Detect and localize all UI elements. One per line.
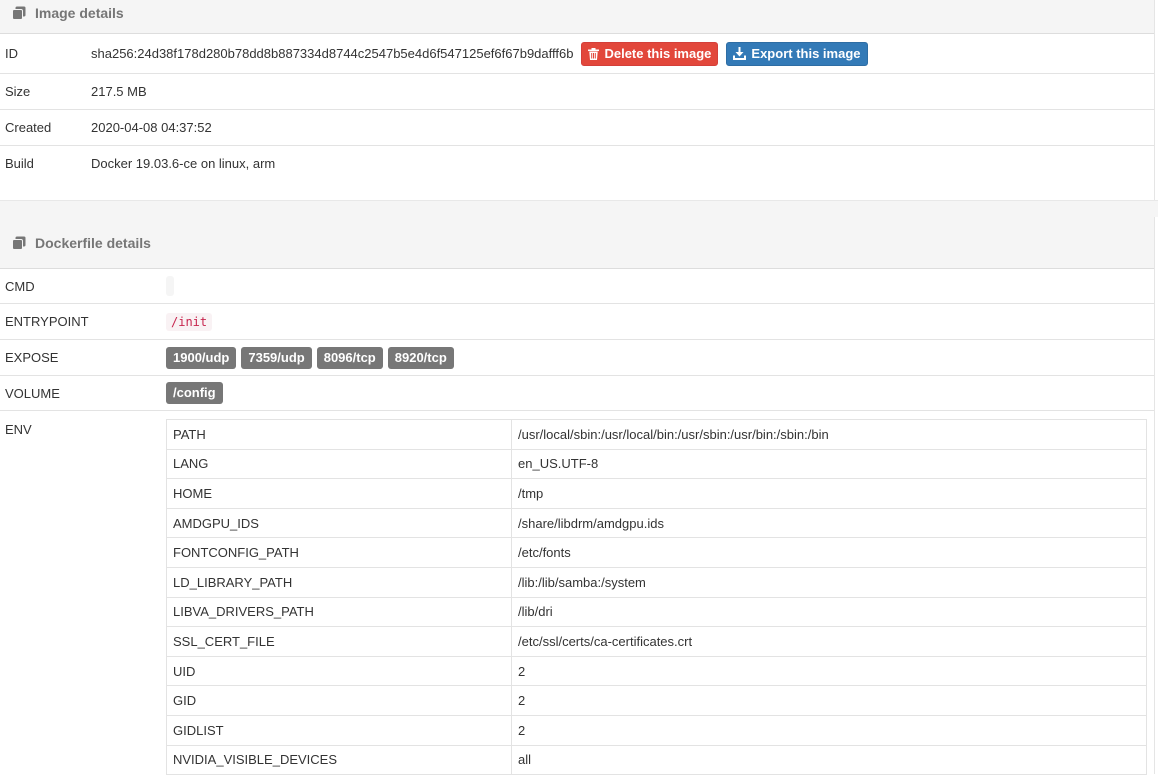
delete-image-label: Delete this image xyxy=(604,46,712,61)
image-details-title: Image details xyxy=(35,4,124,21)
env-key: NVIDIA_VISIBLE_DEVICES xyxy=(166,744,512,776)
env-value: all xyxy=(511,744,1147,776)
env-value: /tmp xyxy=(511,478,1147,509)
env-table-row: LANG en_US.UTF-8 xyxy=(166,448,1147,480)
env-table-row: GIDLIST 2 xyxy=(166,714,1147,746)
env-row: ENV PATH/usr/local/sbin:/usr/local/bin:/… xyxy=(0,411,1154,781)
env-key: GIDLIST xyxy=(166,714,512,746)
env-key: SSL_CERT_FILE xyxy=(166,626,512,657)
env-value: 2 xyxy=(511,655,1147,687)
env-label: ENV xyxy=(5,422,32,437)
env-table-row: AMDGPU_IDS/share/libdrm/amdgpu.ids xyxy=(166,507,1147,539)
volume-label: VOLUME xyxy=(5,385,60,401)
env-table-row: LIBVA_DRIVERS_PATH/lib/dri xyxy=(166,596,1147,628)
env-table-row: GID 2 xyxy=(166,685,1147,716)
env-value: /lib/dri xyxy=(511,596,1147,628)
image-created-row: Created 2020-04-08 04:37:52 xyxy=(0,110,1154,146)
image-build-row: Build Docker 19.03.6-ce on linux, arm xyxy=(0,146,1154,180)
image-details-card: Image details ID sha256:24d38f178d280b78… xyxy=(0,0,1155,202)
id-label: ID xyxy=(5,46,18,61)
env-key: HOME xyxy=(166,478,512,509)
expose-label: EXPOSE xyxy=(5,350,59,365)
image-id-row: ID sha256:24d38f178d280b78dd8b887334d874… xyxy=(0,34,1154,74)
port-badge: 1900/udp xyxy=(166,346,237,369)
env-key: AMDGPU_IDS xyxy=(166,507,512,539)
env-table: PATH/usr/local/sbin:/usr/local/bin:/usr/… xyxy=(166,419,1147,776)
env-value: en_US.UTF-8 xyxy=(511,448,1147,480)
env-key: PATH xyxy=(166,419,512,450)
size-value: 217.5 MB xyxy=(91,84,147,99)
port-badge: 8096/tcp xyxy=(316,346,383,369)
env-table-row: UID 2 xyxy=(166,655,1147,687)
env-table-row: LD_LIBRARY_PATH/lib:/lib/samba:/system xyxy=(166,566,1147,598)
env-value: /share/libdrm/amdgpu.ids xyxy=(511,507,1147,539)
env-key: LANG xyxy=(166,448,512,480)
env-key: GID xyxy=(166,685,512,716)
env-key: FONTCONFIG_PATH xyxy=(166,537,512,568)
card-separator xyxy=(0,200,1158,217)
trash-icon xyxy=(588,47,600,60)
clone-icon xyxy=(12,6,26,20)
entrypoint-value: /init xyxy=(166,312,213,331)
download-icon xyxy=(733,47,747,60)
port-badge: 8920/tcp xyxy=(387,346,454,369)
volume-badge: /config xyxy=(166,382,223,404)
port-badge: 7359/udp xyxy=(241,346,312,369)
env-value: /usr/local/sbin:/usr/local/bin:/usr/sbin… xyxy=(511,419,1147,450)
cmd-row: CMD xyxy=(0,269,1154,304)
env-key: UID xyxy=(166,655,512,687)
export-image-button[interactable]: Export this image xyxy=(726,41,869,66)
env-value: /etc/fonts xyxy=(511,537,1147,568)
image-details-header: Image details xyxy=(0,0,1154,34)
env-table-row: SSL_CERT_FILE/etc/ssl/certs/ca-certifica… xyxy=(166,626,1147,657)
env-value: 2 xyxy=(511,714,1147,746)
export-image-label: Export this image xyxy=(751,46,861,61)
created-label: Created xyxy=(5,120,52,135)
env-table-row: FONTCONFIG_PATH/etc/fonts xyxy=(166,537,1147,568)
env-value: /lib:/lib/samba:/system xyxy=(511,566,1147,598)
cmd-value xyxy=(166,276,174,296)
env-table-row: NVIDIA_VISIBLE_DEVICES all xyxy=(166,744,1147,776)
clone-icon xyxy=(12,236,26,250)
env-table-row: HOME/tmp xyxy=(166,478,1147,509)
env-key: LIBVA_DRIVERS_PATH xyxy=(166,596,512,628)
env-table-row: PATH/usr/local/sbin:/usr/local/bin:/usr/… xyxy=(166,419,1147,450)
volume-row: VOLUME /config xyxy=(0,376,1154,411)
image-id-value: sha256:24d38f178d280b78dd8b887334d8744c2… xyxy=(91,46,574,61)
env-value: 2 xyxy=(511,685,1147,716)
dockerfile-details-header: Dockerfile details xyxy=(0,217,1154,269)
entrypoint-label: ENTRYPOINT xyxy=(5,314,89,329)
build-label: Build xyxy=(5,155,34,171)
created-value: 2020-04-08 04:37:52 xyxy=(91,120,212,135)
size-label: Size xyxy=(5,84,31,99)
image-size-row: Size 217.5 MB xyxy=(0,74,1154,110)
expose-row: EXPOSE 1900/udp 7359/udp 8096/tcp 8920/t… xyxy=(0,340,1154,376)
dockerfile-details-card: Dockerfile details CMD ENTRYPOINT /init … xyxy=(0,217,1155,776)
env-value: /etc/ssl/certs/ca-certificates.crt xyxy=(511,626,1147,657)
dockerfile-details-title: Dockerfile details xyxy=(35,234,151,251)
env-key: LD_LIBRARY_PATH xyxy=(166,566,512,598)
cmd-label: CMD xyxy=(5,278,35,294)
entrypoint-row: ENTRYPOINT /init xyxy=(0,304,1154,340)
delete-image-button[interactable]: Delete this image xyxy=(581,41,719,66)
build-value: Docker 19.03.6-ce on linux, arm xyxy=(91,155,276,171)
